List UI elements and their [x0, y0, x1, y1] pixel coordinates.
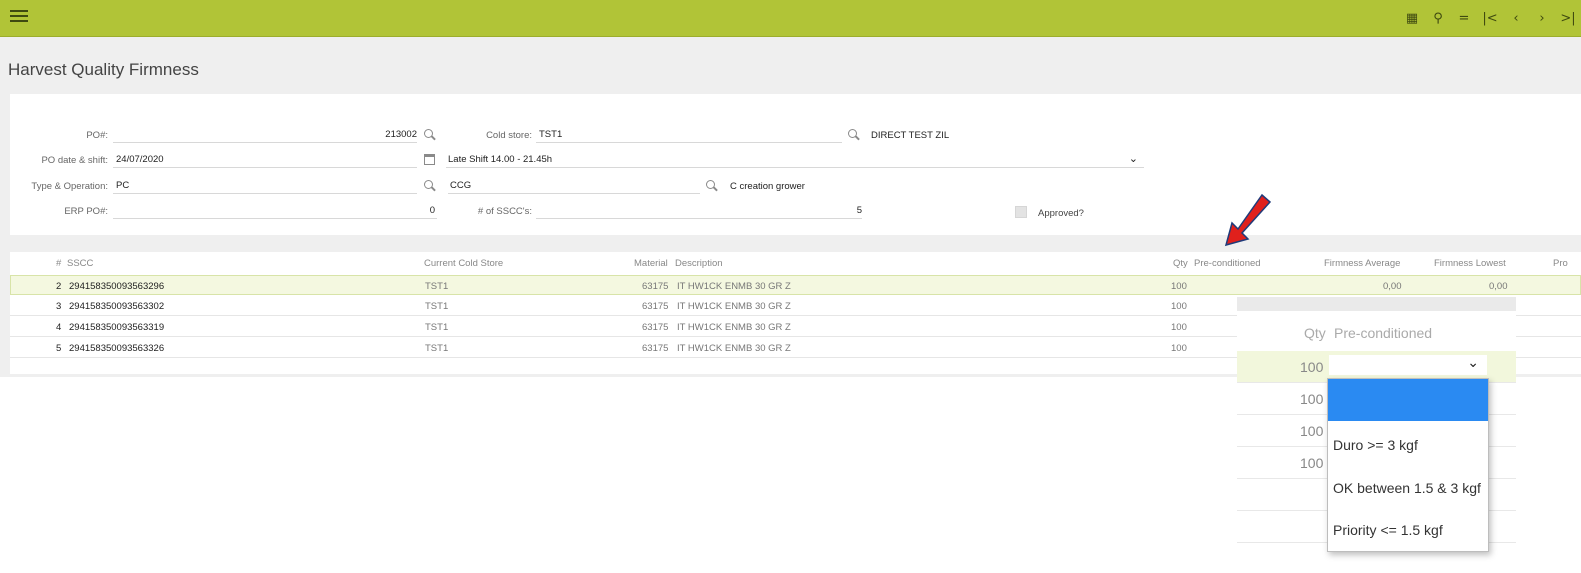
top-toolbar: ▦ ⚲ = |< ‹ › >|: [0, 0, 1581, 37]
row-cold-store: TST1: [425, 343, 449, 354]
type-operation-label: Type & Operation:: [31, 181, 108, 192]
row-material: 63175: [642, 281, 669, 292]
dropdown-option-empty[interactable]: [1328, 379, 1488, 421]
dropdown-option-priority[interactable]: Priority <= 1.5 kgf: [1328, 509, 1488, 551]
col-header-firmness-lowest[interactable]: Firmness Lowest: [1434, 258, 1506, 269]
row-material: 63175: [642, 322, 669, 333]
chevron-down-icon: ⌄: [1467, 355, 1479, 371]
type-search-icon[interactable]: [424, 180, 436, 192]
row-num: 2: [56, 281, 62, 292]
hamburger-menu-icon[interactable]: [10, 10, 28, 24]
po-date-label: PO date & shift:: [41, 155, 108, 166]
type-field[interactable]: PC: [113, 178, 417, 194]
row-qty: 100: [1171, 301, 1187, 312]
inset-qty: 100: [1300, 423, 1324, 439]
approved-label: Approved?: [1038, 208, 1084, 219]
row-sscc: 294158350093563296: [69, 281, 165, 292]
po-date-field[interactable]: 24/07/2020: [113, 152, 417, 168]
po-value: 213002: [385, 129, 417, 140]
po-search-icon[interactable]: [424, 129, 436, 141]
row-sscc: 294158350093563302: [69, 301, 165, 312]
row-description: IT HW1CK ENMB 30 GR Z: [677, 343, 791, 354]
row-firmness-lowest: 0,00: [1489, 281, 1508, 292]
calendar-icon[interactable]: [424, 154, 435, 165]
col-header-firmness-average[interactable]: Firmness Average: [1324, 258, 1400, 269]
chevron-down-icon: ⌄: [1128, 152, 1138, 165]
row-qty: 100: [1171, 281, 1187, 292]
search-icon[interactable]: ⚲: [1425, 11, 1451, 26]
row-cold-store: TST1: [425, 322, 449, 333]
row-description: IT HW1CK ENMB 30 GR Z: [677, 281, 791, 292]
sscc-count-label: # of SSCC's:: [477, 206, 532, 217]
inset-qty: 100: [1300, 391, 1324, 407]
toolbar-actions: ▦ ⚲ = |< ‹ › >|: [1399, 0, 1581, 36]
cold-store-label: Cold store:: [486, 130, 532, 141]
row-material: 63175: [642, 343, 669, 354]
inset-preconditioned-header: Pre-conditioned: [1334, 325, 1433, 341]
last-page-icon[interactable]: >|: [1555, 11, 1581, 26]
po-field[interactable]: 213002: [113, 127, 417, 143]
cold-store-description: DIRECT TEST ZIL: [871, 130, 950, 141]
row-sscc: 294158350093563326: [69, 343, 165, 354]
row-firmness-average: 0,00: [1383, 281, 1402, 292]
erp-po-label: ERP PO#:: [64, 206, 108, 217]
row-cold-store: TST1: [425, 301, 449, 312]
dropdown-option-ok[interactable]: OK between 1.5 & 3 kgf: [1328, 467, 1488, 509]
first-page-icon[interactable]: |<: [1477, 11, 1503, 26]
calendar-icon[interactable]: ▦: [1399, 11, 1425, 26]
row-material: 63175: [642, 301, 669, 312]
operation-description: C creation grower: [730, 181, 805, 192]
row-description: IT HW1CK ENMB 30 GR Z: [677, 322, 791, 333]
row-description: IT HW1CK ENMB 30 GR Z: [677, 301, 791, 312]
table-row[interactable]: 2 294158350093563296 TST1 63175 IT HW1CK…: [10, 275, 1581, 295]
inset-header-strip: [1237, 297, 1516, 311]
inset-qty: 100: [1300, 455, 1324, 471]
col-header-num[interactable]: #: [56, 258, 61, 269]
col-header-pro[interactable]: Pro: [1553, 258, 1568, 269]
row-num: 3: [56, 301, 62, 312]
shift-select[interactable]: Late Shift 14.00 - 21.45h ⌄: [446, 152, 1144, 168]
shift-value: Late Shift 14.00 - 21.45h: [448, 154, 553, 165]
erp-po-field[interactable]: 0: [113, 203, 437, 219]
col-header-cold-store[interactable]: Current Cold Store: [424, 258, 503, 269]
preconditioned-dropdown-menu: Duro >= 3 kgf OK between 1.5 & 3 kgf Pri…: [1327, 378, 1489, 552]
operation-search-icon[interactable]: [706, 180, 718, 192]
minus-icon[interactable]: =: [1451, 11, 1477, 26]
row-num: 4: [56, 322, 62, 333]
cold-store-search-icon[interactable]: [848, 129, 860, 141]
type-value: PC: [116, 180, 130, 191]
next-icon[interactable]: ›: [1529, 11, 1555, 26]
inset-qty: 100: [1300, 359, 1324, 375]
page-title: Harvest Quality Firmness: [8, 60, 199, 79]
col-header-sscc[interactable]: SSCC: [67, 258, 93, 269]
col-header-preconditioned[interactable]: Pre-conditioned: [1194, 258, 1261, 269]
row-cold-store: TST1: [425, 281, 449, 292]
row-qty: 100: [1171, 322, 1187, 333]
operation-field[interactable]: CCG: [448, 178, 700, 194]
dropdown-option-duro[interactable]: Duro >= 3 kgf: [1328, 424, 1488, 466]
row-sscc: 294158350093563319: [69, 322, 165, 333]
po-date-value: 24/07/2020: [116, 154, 164, 165]
preconditioned-select[interactable]: ⌄: [1329, 355, 1487, 375]
erp-po-value: 0: [429, 205, 435, 216]
sscc-count-value: 5: [856, 205, 862, 216]
cold-store-field[interactable]: TST1: [536, 127, 842, 143]
sscc-count-field: 5: [536, 203, 862, 219]
red-callout-arrow: [1224, 193, 1272, 247]
previous-icon[interactable]: ‹: [1503, 11, 1529, 26]
inset-qty-header: Qty: [1304, 325, 1326, 341]
operation-value: CCG: [450, 180, 472, 191]
row-qty: 100: [1171, 343, 1187, 354]
po-label: PO#:: [86, 130, 108, 141]
cold-store-value: TST1: [539, 129, 563, 140]
col-header-material[interactable]: Material: [634, 258, 668, 269]
col-header-qty[interactable]: Qty: [1173, 258, 1188, 269]
row-num: 5: [56, 343, 62, 354]
approved-checkbox[interactable]: [1015, 206, 1027, 218]
col-header-description[interactable]: Description: [675, 258, 723, 269]
